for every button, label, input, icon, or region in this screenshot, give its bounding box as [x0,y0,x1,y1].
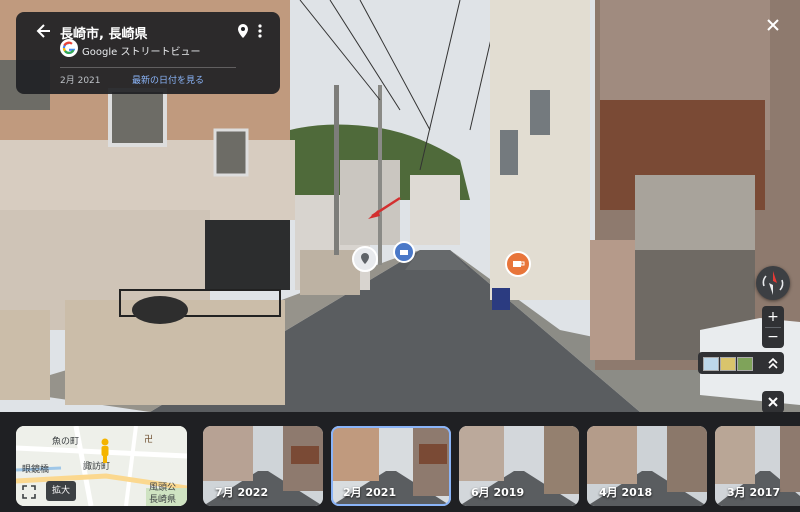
map-label: 長崎県 [149,495,177,505]
google-logo-icon [60,39,78,57]
divider [60,67,236,68]
see-latest-date-link[interactable]: 最新の日付を見る [132,73,204,86]
layer-swatch [720,357,736,371]
current-date: 2月 2021 [60,76,101,86]
close-icon[interactable] [762,14,784,36]
timeline-thumbnail[interactable]: 6月 2019 [459,426,579,506]
compass-icon[interactable] [756,266,790,300]
zoom-in-button[interactable]: + [762,307,784,327]
thumbnail-date: 3月 2017 [727,486,781,499]
layers-toggle-button[interactable] [698,352,784,374]
mini-map[interactable]: 魚の町 眼鏡橋 諏訪町 風頭公 長崎県 卍 拡大 [16,426,187,506]
pegman-icon [98,438,112,464]
thumbnail-date: 4月 2018 [599,486,653,499]
zoom-control: + − [762,306,784,348]
temple-icon: 卍 [144,435,154,445]
thumbnail-date: 6月 2019 [471,486,525,499]
chevron-up-double-icon [766,355,780,371]
timeline-thumbnail[interactable]: 7月 2022 [203,426,323,506]
zoom-out-button[interactable]: − [762,327,784,347]
close-timeline-button[interactable] [762,391,784,413]
location-card: 長崎市, 長崎県 Google ストリートビュー 2月 2021 最新の日付を見… [16,12,280,94]
provider-label: Google ストリートビュー [82,47,201,58]
cafe-marker-icon[interactable] [505,251,531,277]
layer-swatch [737,357,753,371]
timeline-thumbnail[interactable]: 2月 2021 [331,426,451,506]
arrow-left-icon[interactable] [36,21,52,41]
map-label: 魚の町 [52,437,80,447]
more-vert-icon[interactable] [256,22,264,40]
expand-map-button[interactable]: 拡大 [46,481,76,501]
photo-marker-icon[interactable] [352,246,378,272]
fullscreen-icon[interactable] [22,484,36,499]
location-pin-icon[interactable] [236,23,250,39]
layer-swatch [703,357,719,371]
timeline-thumbnail[interactable]: 3月 2017 [715,426,800,506]
thumbnail-date: 2月 2021 [343,486,397,499]
thumbnail-date: 7月 2022 [215,486,269,499]
hotel-marker-icon[interactable] [393,241,415,263]
map-label: 眼鏡橋 [22,465,50,475]
timeline-thumbnail[interactable]: 4月 2018 [587,426,707,506]
